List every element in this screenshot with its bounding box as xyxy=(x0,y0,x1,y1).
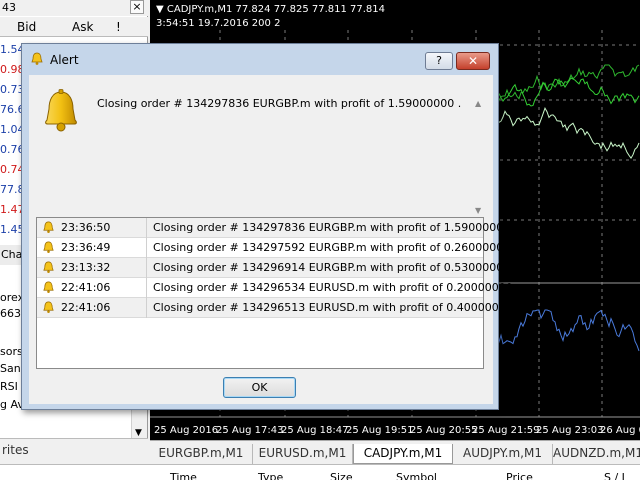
market-watch-header: Bid Ask ! xyxy=(0,17,148,37)
scroll-up-icon[interactable]: ▲ xyxy=(475,99,481,108)
column-ask[interactable]: Ask xyxy=(72,20,93,34)
terminal-header: Time Type Size Symbol Price S / L xyxy=(0,464,640,480)
alert-title: Alert xyxy=(50,53,79,67)
list-item[interactable]: 23:13:32 Closing order # 134296914 EURGB… xyxy=(37,258,517,278)
chart-tab-audnzd[interactable]: AUDNZD.m,M1 xyxy=(553,444,640,464)
close-button[interactable]: ✕ xyxy=(456,52,490,70)
terminal-col-price[interactable]: Price xyxy=(506,471,533,480)
list-item[interactable]: 22:41:06 Closing order # 134296534 EURUS… xyxy=(37,278,520,298)
x-tick-label: 25 Aug 23:03 xyxy=(536,425,604,436)
column-bid[interactable]: Bid xyxy=(17,20,36,34)
navigator-item[interactable]: RSI xyxy=(0,379,18,395)
x-tick-label: 25 Aug 2016 xyxy=(154,425,219,436)
terminal-col-time[interactable]: Time xyxy=(170,471,197,480)
chart-timestamp: 3:54:51 19.7.2016 200 2 xyxy=(156,18,281,29)
list-item[interactable]: 23:36:50 Closing order # 134297836 EURGB… xyxy=(37,218,517,238)
scroll-down-icon[interactable]: ▼ xyxy=(475,206,481,215)
terminal-col-sl[interactable]: S / L xyxy=(604,471,628,480)
market-watch-title: 43 xyxy=(2,1,16,14)
bell-icon xyxy=(43,261,54,273)
alert-titlebar[interactable]: Alert ? ✕ xyxy=(22,44,498,74)
chart-tab-eurgbp[interactable]: EURGBP.m,M1 xyxy=(150,444,253,464)
bell-icon xyxy=(43,241,54,253)
x-tick-label: 25 Aug 18:47 xyxy=(281,425,349,436)
bell-icon xyxy=(43,281,54,293)
terminal-col-type[interactable]: Type xyxy=(258,471,283,480)
column-divider xyxy=(146,218,147,238)
alert-row-message: Closing order # 134297592 EURGBP.m with … xyxy=(153,241,518,254)
column-excl[interactable]: ! xyxy=(116,20,121,34)
alert-time: 22:41:06 xyxy=(61,301,111,314)
help-button[interactable]: ? xyxy=(425,52,453,70)
alert-time: 23:13:32 xyxy=(61,261,111,274)
bell-icon xyxy=(43,301,54,313)
alert-time: 22:41:06 xyxy=(61,281,111,294)
navigator-tabbar: rites xyxy=(0,438,148,460)
column-divider xyxy=(146,258,147,278)
alert-time: 23:36:50 xyxy=(61,221,111,234)
alert-time: 23:36:49 xyxy=(61,241,111,254)
chart-tab-cadjpy[interactable]: CADJPY.m,M1 xyxy=(353,444,453,464)
navigator-item[interactable]: sors xyxy=(0,344,23,360)
bell-icon xyxy=(45,89,77,132)
scroll-down-icon[interactable]: ▼ xyxy=(135,428,142,438)
x-tick-label: 25 Aug 21:59 xyxy=(472,425,540,436)
chart-tab-eurusd[interactable]: EURUSD.m,M1 xyxy=(253,444,353,464)
indicator-line xyxy=(494,309,640,352)
x-tick-label: 25 Aug 20:55 xyxy=(410,425,478,436)
alert-row-message: Closing order # 134296914 EURGBP.m with … xyxy=(153,261,518,274)
x-tick-label: 25 Aug 19:51 xyxy=(346,425,414,436)
column-divider xyxy=(146,278,147,298)
market-watch-titlebar: 43 × xyxy=(0,0,148,16)
alert-history-list: 23:36:50 Closing order # 134297836 EURGB… xyxy=(36,217,520,369)
chart-symbol-ohlc: CADJPY.m,M1 77.824 77.825 77.811 77.814 xyxy=(166,4,386,15)
list-item[interactable]: 22:41:06 Closing order # 134296513 EURUS… xyxy=(37,298,520,318)
bell-icon xyxy=(31,52,43,65)
column-divider xyxy=(146,298,147,318)
chart-tab-bar: EURGBP.m,M1 EURUSD.m,M1 CADJPY.m,M1 AUDJ… xyxy=(150,440,640,464)
navigator-item[interactable]: San xyxy=(0,361,21,377)
alert-message: Closing order # 134297836 EURGBP.m with … xyxy=(97,97,462,110)
alert-message-area: Closing order # 134297836 EURGBP.m with … xyxy=(35,83,487,215)
bell-icon xyxy=(43,221,54,233)
navigator-item[interactable]: 663 xyxy=(0,306,21,322)
alert-row-message: Closing order # 134296534 EURUSD.m with … xyxy=(153,281,520,294)
alert-row-message: Closing order # 134296513 EURUSD.m with … xyxy=(153,301,520,314)
alert-dialog: Alert ? ✕ Closing order # 134297836 EURG… xyxy=(21,43,520,410)
terminal-col-size[interactable]: Size xyxy=(330,471,353,480)
terminal-col-symbol[interactable]: Symbol xyxy=(396,471,437,480)
alert-body: Closing order # 134297836 EURGBP.m with … xyxy=(29,75,520,404)
chart-info-bullet-icon: ▼ xyxy=(156,4,164,15)
navigator-tab-favorites[interactable]: rites xyxy=(2,443,29,457)
chart-tab-audjpy[interactable]: AUDJPY.m,M1 xyxy=(453,444,553,464)
column-divider xyxy=(146,238,147,258)
message-scrollbar[interactable]: ▲ ▼ xyxy=(473,99,485,215)
list-item[interactable]: 23:36:49 Closing order # 134297592 EURGB… xyxy=(37,238,517,258)
x-tick-label: 26 Aug 00 xyxy=(600,425,640,436)
x-tick-label: 25 Aug 17:43 xyxy=(216,425,284,436)
ok-button[interactable]: OK xyxy=(223,377,296,398)
market-watch-close-button[interactable]: × xyxy=(130,0,144,14)
alert-row-message: Closing order # 134297836 EURGBP.m with … xyxy=(153,221,518,234)
chart-info: ▼ CADJPY.m,M1 77.824 77.825 77.811 77.81… xyxy=(156,4,385,15)
price-band-lower xyxy=(494,107,640,160)
